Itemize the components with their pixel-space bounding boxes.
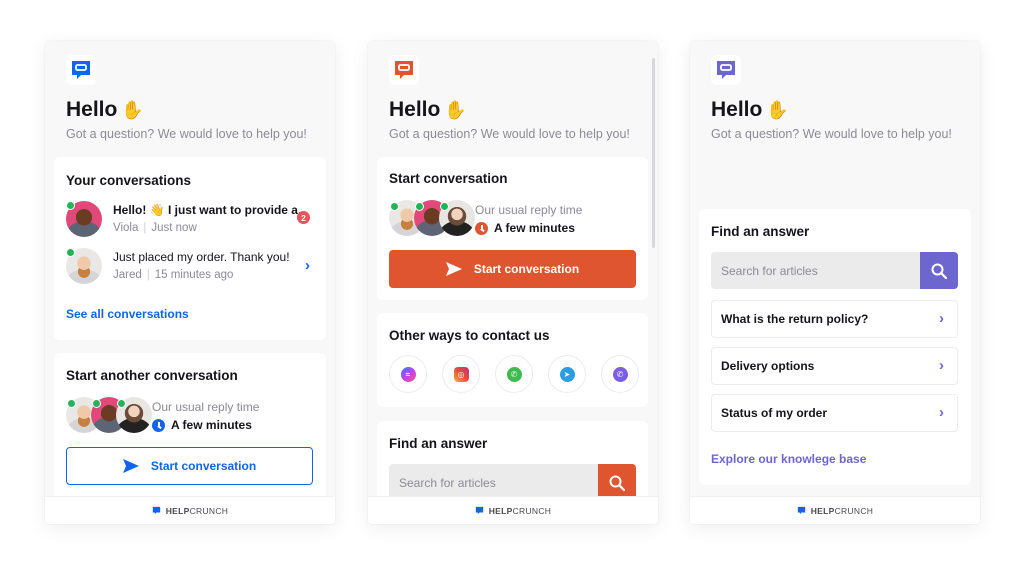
whatsapp-icon: ✆	[506, 366, 522, 382]
article-item[interactable]: Delivery options ›	[711, 347, 958, 385]
greeting-subtitle: Got a question? We would love to help yo…	[66, 127, 307, 141]
greeting-heading: Hello ✋	[66, 98, 144, 121]
start-conversation-button[interactable]: Start conversation	[389, 250, 636, 288]
brand-icon	[475, 506, 483, 515]
scrollbar[interactable]	[652, 58, 655, 248]
conversation-item[interactable]: Hello! 👋 I just want to provide a... Vio…	[66, 201, 316, 243]
greeting-subtitle: Got a question? We would love to help yo…	[389, 127, 630, 141]
team-avatars	[389, 200, 475, 238]
online-indicator	[92, 399, 101, 408]
online-indicator	[117, 399, 126, 408]
reply-time-value: A few minutes	[152, 418, 252, 432]
brand-logo	[711, 55, 741, 85]
start-conversation-card: Start conversation Our usual reply time …	[377, 157, 648, 300]
messenger-icon: ≈	[400, 366, 416, 382]
card-title: Start conversation	[389, 171, 508, 186]
card-title: Start another conversation	[66, 368, 238, 383]
online-indicator	[440, 202, 449, 211]
telegram-button[interactable]: ➤	[548, 355, 586, 393]
chat-widget-purple: Hello ✋ Got a question? We would love to …	[690, 41, 980, 524]
see-all-conversations-link[interactable]: See all conversations	[66, 307, 189, 321]
instagram-icon: ◎	[453, 366, 469, 382]
card-title: Other ways to contact us	[389, 328, 550, 343]
card-title: Find an answer	[389, 436, 488, 451]
instagram-button[interactable]: ◎	[442, 355, 480, 393]
waving-hand-icon: ✋	[121, 100, 144, 120]
greeting-heading: Hello ✋	[389, 98, 467, 121]
article-search	[711, 252, 958, 289]
conversation-meta: Jared | 15 minutes ago	[113, 269, 234, 281]
conversation-message: Just placed my order. Thank you!	[113, 250, 290, 264]
other-contacts-card: Other ways to contact us ≈ ◎ ✆ ➤ ✆	[377, 313, 648, 407]
messenger-button[interactable]: ≈	[389, 355, 427, 393]
viber-button[interactable]: ✆	[601, 355, 639, 393]
clock-icon	[152, 418, 165, 432]
powered-by-footer[interactable]: HELP CRUNCH	[690, 496, 980, 524]
send-icon	[122, 459, 139, 473]
social-channels: ≈ ◎ ✆ ➤ ✆	[389, 355, 639, 393]
search-icon	[931, 263, 947, 279]
card-title: Your conversations	[66, 173, 192, 188]
chat-widget-blue: Hello ✋ Got a question? We would love to …	[45, 41, 335, 524]
chevron-right-icon: ›	[939, 310, 944, 327]
powered-by-footer[interactable]: HELP CRUNCH	[368, 496, 658, 524]
chat-bubble-icon	[72, 61, 90, 79]
card-title: Find an answer	[711, 224, 810, 239]
waving-hand-icon: ✋	[766, 100, 789, 120]
conversation-message: Hello! 👋 I just want to provide a...	[113, 203, 308, 217]
online-indicator	[66, 248, 75, 257]
online-indicator	[390, 202, 399, 211]
article-item[interactable]: Status of my order ›	[711, 394, 958, 432]
team-avatars	[66, 397, 152, 435]
online-indicator	[66, 201, 75, 210]
telegram-icon: ➤	[559, 366, 575, 382]
conversation-meta: Viola | Just now	[113, 222, 197, 234]
reply-time-label: Our usual reply time	[152, 400, 260, 414]
viber-icon: ✆	[612, 366, 628, 382]
greeting-heading: Hello ✋	[711, 98, 789, 121]
chat-bubble-icon	[717, 61, 735, 79]
chevron-right-icon: ›	[939, 357, 944, 374]
send-icon	[445, 262, 462, 276]
brand-logo	[66, 55, 96, 85]
reply-time-value: A few minutes	[475, 221, 575, 235]
article-item[interactable]: What is the return policy? ›	[711, 300, 958, 338]
brand-icon	[152, 506, 160, 515]
clock-icon	[475, 221, 488, 235]
start-conversation-button[interactable]: Start conversation	[66, 447, 313, 485]
online-indicator	[67, 399, 76, 408]
reply-time-label: Our usual reply time	[475, 203, 583, 217]
chevron-right-icon: ›	[305, 257, 310, 274]
brand-logo	[389, 55, 419, 85]
explore-knowledge-base-link[interactable]: Explore our knowlege base	[711, 452, 866, 466]
your-conversations-card: Your conversations Hello! 👋 I just want …	[54, 157, 326, 340]
conversation-item[interactable]: Just placed my order. Thank you! Jared | 1…	[66, 248, 316, 290]
chevron-right-icon: ›	[939, 404, 944, 421]
brand-icon	[797, 506, 805, 515]
powered-by-footer[interactable]: HELP CRUNCH	[45, 496, 335, 524]
whatsapp-button[interactable]: ✆	[495, 355, 533, 393]
greeting-subtitle: Got a question? We would love to help yo…	[711, 127, 952, 141]
start-conversation-card: Start another conversation Our usual rep…	[54, 353, 326, 513]
chat-bubble-icon	[395, 61, 413, 79]
search-button[interactable]	[920, 252, 958, 289]
waving-hand-icon: ✋	[444, 100, 467, 120]
chat-widget-orange: Hello ✋ Got a question? We would love to …	[368, 41, 658, 524]
search-icon	[609, 475, 625, 491]
find-answer-card: Find an answer What is the return policy…	[699, 209, 971, 485]
search-input[interactable]	[711, 252, 920, 289]
online-indicator	[415, 202, 424, 211]
unread-badge: 2	[297, 211, 310, 224]
